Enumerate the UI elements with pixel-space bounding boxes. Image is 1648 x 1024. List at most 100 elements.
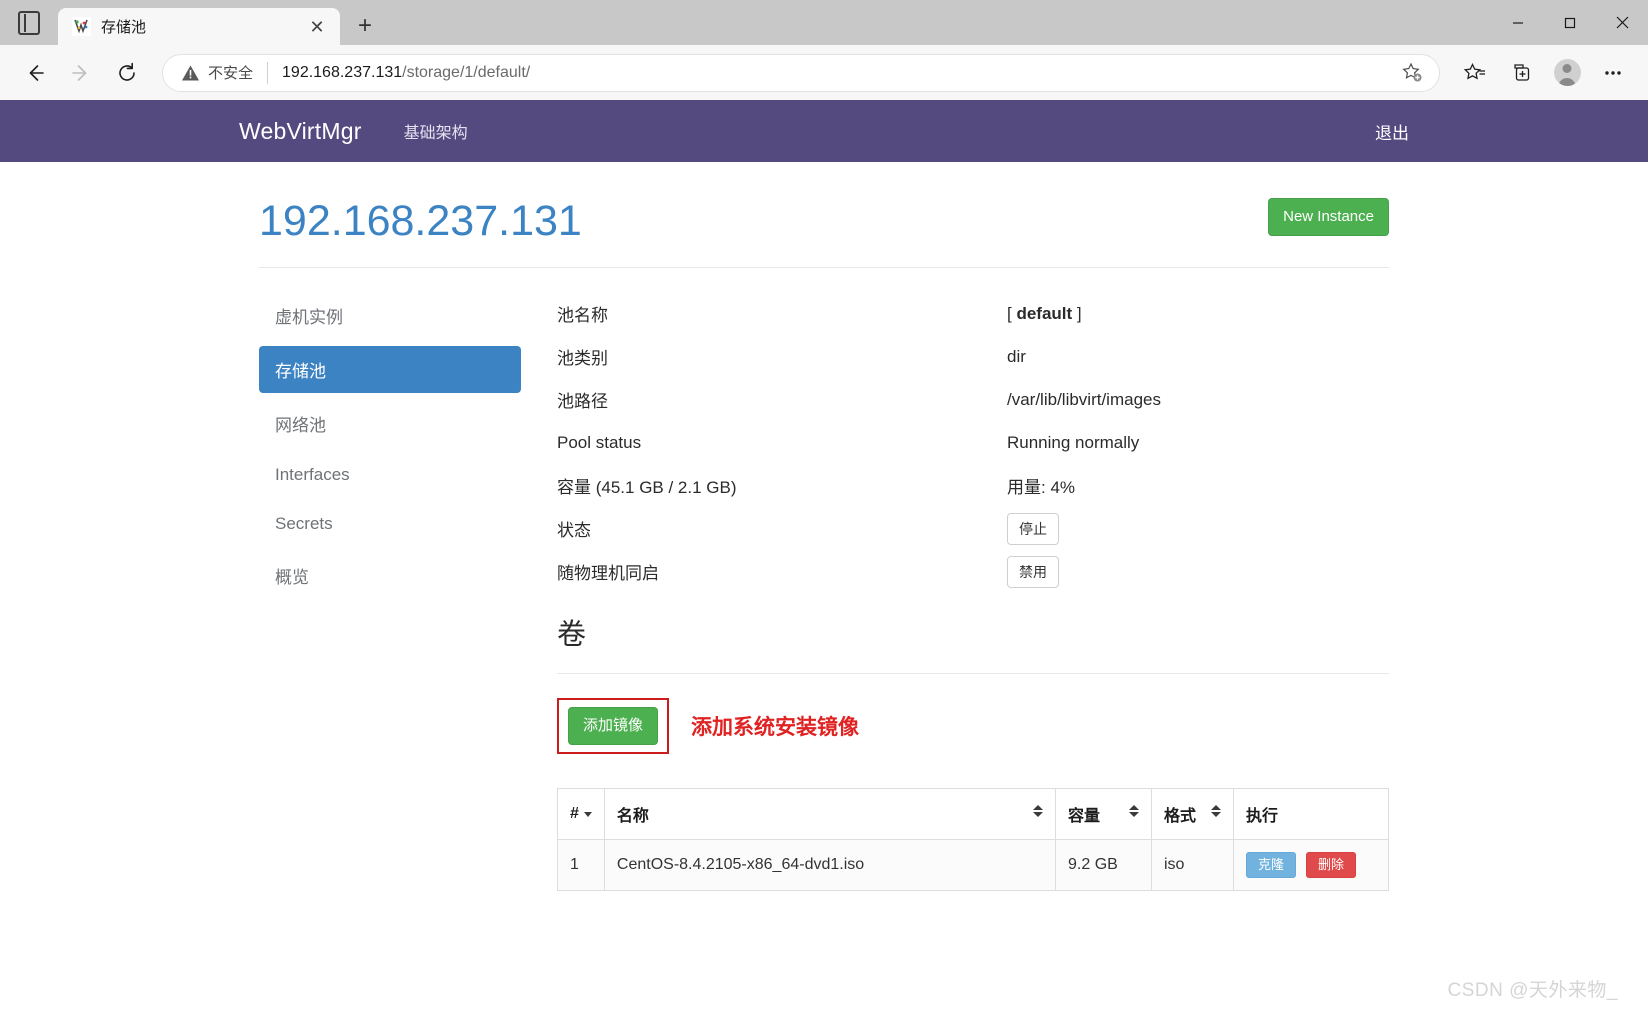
detail-row-pool-type: 池类别 dir bbox=[557, 335, 1389, 378]
sidebar-item-interfaces[interactable]: Interfaces bbox=[259, 454, 521, 496]
tab-title: 存储池 bbox=[101, 19, 147, 36]
column-label-capacity: 容量 bbox=[1068, 808, 1101, 826]
detail-label-pool-path: 池路径 bbox=[557, 392, 608, 412]
sidebar-link-instances[interactable]: 虚机实例 bbox=[259, 292, 521, 339]
cell-index: 1 bbox=[557, 839, 605, 891]
pool-name-strong: default bbox=[1016, 303, 1073, 323]
clone-volume-button[interactable]: 克隆 bbox=[1246, 852, 1297, 878]
tab-actions-menu-button[interactable] bbox=[0, 0, 58, 45]
tab-close-icon[interactable]: ✕ bbox=[304, 14, 330, 40]
window-controls bbox=[1492, 0, 1648, 45]
minimize-button[interactable] bbox=[1492, 0, 1544, 45]
sidebar-item-instances[interactable]: 虚机实例 bbox=[259, 292, 521, 339]
page-container: 192.168.237.131 New Instance 虚机实例 存储池 网络… bbox=[239, 162, 1409, 891]
detail-row-autostart: 随物理机同启 禁用 bbox=[557, 550, 1389, 593]
new-tab-button[interactable]: + bbox=[348, 9, 382, 43]
nav-item-infrastructure[interactable]: 基础架构 bbox=[390, 119, 482, 143]
close-window-button[interactable] bbox=[1596, 0, 1648, 45]
page-title: 192.168.237.131 bbox=[259, 197, 582, 245]
browser-titlebar: 存储池 ✕ + bbox=[0, 0, 1648, 45]
main-content: 池名称 [ default ] 池类别 dir 池路径 /var/lib/lib… bbox=[521, 292, 1389, 891]
detail-row-pool-status: Pool status Running normally bbox=[557, 421, 1389, 464]
detail-row-pool-name: 池名称 [ default ] bbox=[557, 292, 1389, 335]
logout-link[interactable]: 退出 bbox=[1361, 124, 1409, 143]
tab-list-icon bbox=[18, 10, 40, 35]
detail-label-pool-name: 池名称 bbox=[557, 306, 608, 326]
add-favorite-icon[interactable] bbox=[1395, 56, 1429, 90]
detail-label-capacity: 容量 (45.1 GB / 2.1 GB) bbox=[557, 478, 737, 498]
detail-row-capacity: 容量 (45.1 GB / 2.1 GB) 用量: 4% bbox=[557, 464, 1389, 507]
row-action-group: 克隆 删除 bbox=[1246, 852, 1376, 878]
column-label-format: 格式 bbox=[1164, 808, 1197, 826]
navbar-right: 退出 bbox=[1361, 119, 1409, 144]
disable-autostart-button[interactable]: 禁用 bbox=[1007, 555, 1059, 588]
forward-button[interactable] bbox=[60, 52, 102, 94]
detail-label-pool-type: 池类别 bbox=[557, 349, 608, 369]
detail-value-pool-status: Running normally bbox=[1007, 432, 1140, 452]
sidebar-nav: 虚机实例 存储池 网络池 Interfaces Secrets 概览 bbox=[259, 292, 521, 599]
collections-icon[interactable] bbox=[1500, 52, 1542, 94]
omnibox-divider bbox=[267, 61, 269, 84]
sidebar-item-secrets[interactable]: Secrets bbox=[259, 503, 521, 545]
stop-pool-button[interactable]: 停止 bbox=[1007, 512, 1059, 545]
column-label-index: # bbox=[570, 805, 579, 823]
caret-up-icon bbox=[1211, 805, 1221, 811]
caret-down-icon bbox=[1033, 812, 1043, 818]
detail-value-pool-name: [ default ] bbox=[1007, 303, 1082, 323]
url-path: /storage/1/default/ bbox=[402, 63, 531, 81]
sidebar-item-network-pools[interactable]: 网络池 bbox=[259, 400, 521, 447]
column-header-index[interactable]: # bbox=[557, 788, 605, 841]
maximize-button[interactable] bbox=[1544, 0, 1596, 45]
browser-toolbar: 不安全 192.168.237.131/storage/1/default/ bbox=[0, 45, 1648, 100]
table-row: 1 CentOS-8.4.2105-x86_64-dvd1.iso 9.2 GB… bbox=[557, 839, 1389, 891]
detail-value-pool-type: dir bbox=[1007, 346, 1026, 366]
caret-up-icon bbox=[1129, 805, 1139, 811]
column-header-actions: 执行 bbox=[1233, 788, 1389, 841]
volumes-table-head: # 名称 容量 格式 执行 bbox=[557, 788, 1389, 841]
table-header-row: # 名称 容量 格式 执行 bbox=[557, 788, 1389, 841]
security-label: 不安全 bbox=[208, 65, 254, 82]
sidebar-link-overview[interactable]: 概览 bbox=[259, 552, 521, 599]
sort-icon-name bbox=[1033, 805, 1043, 818]
app-navbar: WebVirtMgr 基础架构 退出 bbox=[0, 100, 1648, 162]
sort-icon-capacity bbox=[1129, 805, 1139, 818]
sidebar-link-network-pools[interactable]: 网络池 bbox=[259, 400, 521, 447]
page-viewport: WebVirtMgr 基础架构 退出 192.168.237.131 New I… bbox=[0, 100, 1648, 1024]
address-bar[interactable]: 不安全 192.168.237.131/storage/1/default/ bbox=[162, 53, 1440, 92]
new-instance-button[interactable]: New Instance bbox=[1268, 198, 1389, 236]
reload-button[interactable] bbox=[106, 52, 148, 94]
browser-window: 存储池 ✕ + 不安全 192.168.237.131/storage/1/de… bbox=[0, 0, 1648, 1024]
add-image-button[interactable]: 添加镜像 bbox=[568, 707, 659, 746]
pool-detail-list: 池名称 [ default ] 池类别 dir 池路径 /var/lib/lib… bbox=[557, 292, 1389, 593]
page-header: 192.168.237.131 New Instance bbox=[259, 162, 1389, 245]
sidebar: 虚机实例 存储池 网络池 Interfaces Secrets 概览 bbox=[259, 292, 521, 891]
sidebar-item-storage-pools[interactable]: 存储池 bbox=[259, 346, 521, 394]
app-brand[interactable]: WebVirtMgr bbox=[239, 118, 390, 145]
sidebar-link-interfaces[interactable]: Interfaces bbox=[259, 454, 521, 496]
sidebar-link-storage-pools[interactable]: 存储池 bbox=[259, 346, 521, 394]
column-label-name: 名称 bbox=[616, 808, 649, 826]
detail-value-state: 停止 bbox=[1007, 512, 1059, 545]
security-indicator[interactable]: 不安全 bbox=[181, 62, 253, 83]
warning-triangle-icon bbox=[182, 65, 199, 80]
cell-name: CentOS-8.4.2105-x86_64-dvd1.iso bbox=[603, 839, 1057, 891]
detail-row-pool-path: 池路径 /var/lib/libvirt/images bbox=[557, 378, 1389, 421]
sidebar-link-secrets[interactable]: Secrets bbox=[259, 503, 521, 545]
detail-label-state: 状态 bbox=[557, 521, 591, 541]
back-button[interactable] bbox=[14, 52, 56, 94]
column-header-capacity[interactable]: 容量 bbox=[1055, 788, 1152, 841]
volumes-section-title: 卷 bbox=[557, 619, 587, 652]
add-image-area: 添加镜像 添加系统安装镜像 bbox=[557, 674, 1389, 755]
sidebar-item-overview[interactable]: 概览 bbox=[259, 552, 521, 599]
column-header-name[interactable]: 名称 bbox=[603, 788, 1057, 841]
cell-capacity: 9.2 GB bbox=[1055, 839, 1152, 891]
volumes-table-wrap: # 名称 容量 格式 执行 1 CentOS-8.4.2105-x86_64-d… bbox=[557, 754, 1389, 891]
delete-volume-button[interactable]: 删除 bbox=[1306, 852, 1357, 878]
favorites-icon[interactable] bbox=[1454, 52, 1496, 94]
profile-avatar[interactable] bbox=[1546, 52, 1588, 94]
add-image-annotation-box: 添加镜像 bbox=[557, 698, 670, 755]
browser-tab[interactable]: 存储池 ✕ bbox=[58, 8, 340, 45]
settings-more-button[interactable] bbox=[1592, 52, 1634, 94]
column-header-format[interactable]: 格式 bbox=[1151, 788, 1234, 841]
caret-down-icon bbox=[1129, 812, 1139, 818]
